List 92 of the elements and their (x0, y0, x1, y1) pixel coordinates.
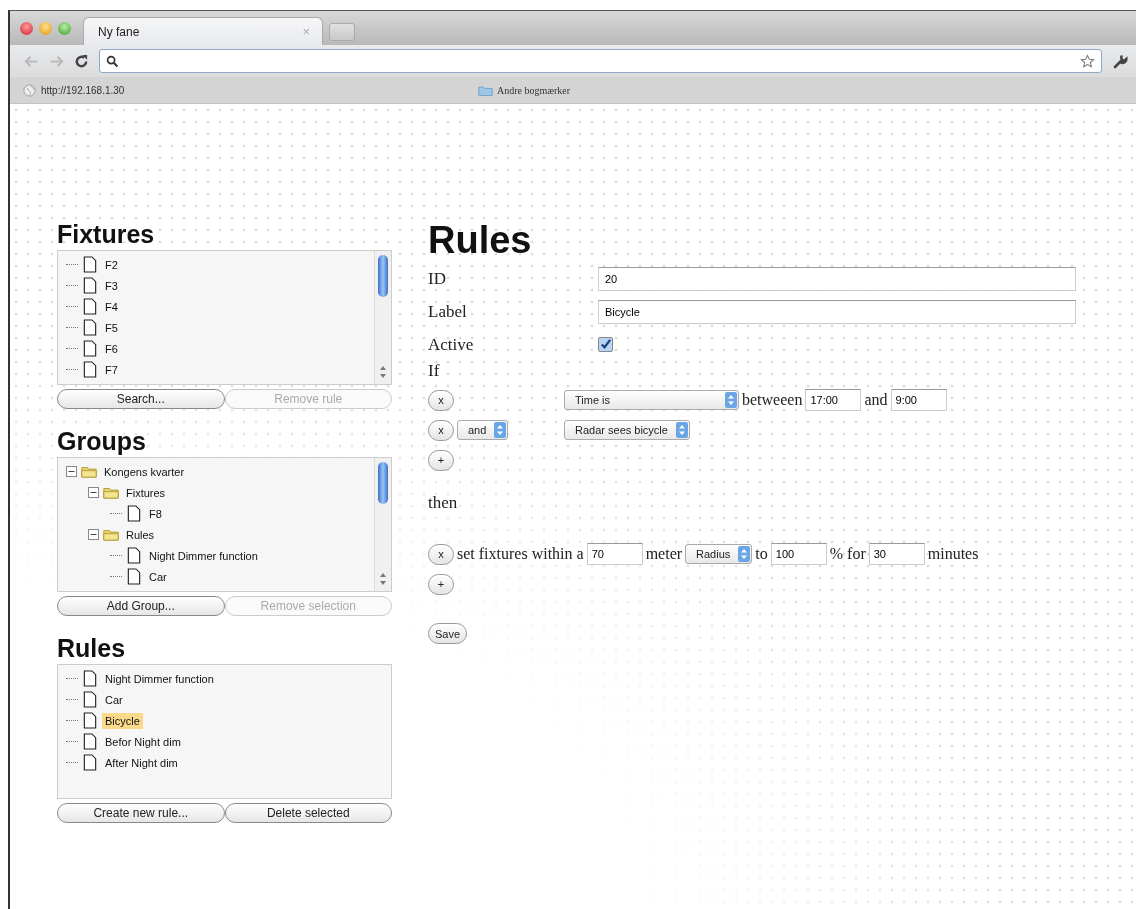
file-icon (82, 670, 98, 687)
rule-text: minutes (927, 545, 979, 563)
globe-icon (22, 83, 37, 97)
field-label: Label (428, 301, 468, 322)
input-field[interactable]: 17:00 (805, 389, 862, 411)
field-label: ID (428, 268, 447, 289)
tree-item[interactable]: F7 (102, 361, 121, 378)
file-icon (82, 733, 98, 750)
field-label: Active (428, 334, 475, 355)
bookmark-link[interactable]: http://192.168.1.30 (22, 83, 125, 97)
page-heading: Rules (428, 220, 533, 260)
file-icon (82, 277, 98, 294)
address-field[interactable] (99, 49, 1102, 73)
action-button[interactable]: Search... (57, 389, 225, 409)
action-button[interactable]: Create new rule... (57, 803, 225, 823)
input-field[interactable]: 30 (868, 543, 925, 565)
input-field[interactable]: 70 (586, 543, 643, 565)
scrollbar[interactable] (374, 458, 391, 591)
input-field[interactable]: 20 (598, 266, 1076, 291)
remove-button[interactable]: x (428, 389, 454, 411)
rule-text: and (864, 391, 888, 409)
rule-text: % for (829, 545, 866, 563)
tree-item[interactable]: Fixtures (123, 484, 169, 501)
browser-tab[interactable]: Ny fane × (83, 17, 323, 45)
scroll-arrows-icon[interactable] (379, 364, 387, 380)
tree-item[interactable]: Kongens kvarter (101, 463, 188, 480)
tree-item[interactable]: Bicycle (102, 712, 143, 729)
tree-item[interactable]: Night Dimmer function (102, 670, 217, 687)
scrollbar-thumb[interactable] (378, 462, 388, 504)
tree-item[interactable]: F3 (102, 277, 121, 294)
collapse-icon[interactable] (88, 487, 99, 498)
tree-item[interactable]: After Night dim (102, 754, 181, 771)
tree-item[interactable]: F4 (102, 298, 121, 315)
dropdown[interactable]: and (457, 420, 509, 440)
scrollbar-thumb[interactable] (378, 255, 388, 297)
section-heading: Rules (57, 634, 127, 662)
input-field[interactable]: Bicycle (598, 299, 1076, 324)
scroll-arrows-icon[interactable] (379, 571, 387, 587)
search-icon (106, 54, 119, 68)
file-icon (126, 568, 142, 585)
file-icon (82, 754, 98, 771)
section-heading: Groups (57, 427, 147, 455)
remove-button[interactable]: x (428, 543, 454, 565)
rule-text: betweeen (742, 391, 803, 409)
file-icon (82, 691, 98, 708)
input-field[interactable]: 9:00 (890, 389, 947, 411)
tree-item[interactable]: F2 (102, 256, 121, 273)
section-heading: Fixtures (57, 220, 156, 248)
tree-item[interactable]: F8 (146, 505, 165, 522)
collapse-icon[interactable] (66, 466, 77, 477)
dropdown[interactable]: Time is (564, 390, 739, 410)
bookmark-link[interactable]: Andre bogmærker (478, 83, 1130, 97)
rule-text: to (755, 545, 768, 563)
save-button[interactable]: Save (428, 623, 468, 644)
checkbox[interactable] (598, 337, 613, 352)
rule-text: meter (645, 545, 683, 563)
dropdown[interactable]: Radius (685, 544, 753, 564)
stepper-icon (675, 422, 688, 438)
file-icon (82, 298, 98, 315)
add-button[interactable]: + (428, 573, 454, 595)
file-icon (82, 256, 98, 273)
tree-item[interactable]: Car (102, 691, 126, 708)
tree-item[interactable]: Night Dimmer function (146, 547, 261, 564)
tree-item[interactable]: Rules (123, 526, 158, 543)
tree-item[interactable]: Befor Night dim (102, 733, 184, 750)
file-icon (82, 712, 98, 729)
file-icon (82, 319, 98, 336)
stepper-icon (738, 546, 751, 562)
action-button[interactable]: Delete selected (224, 803, 392, 823)
file-icon (126, 505, 142, 522)
scrollbar[interactable] (374, 251, 391, 384)
remove-button[interactable]: x (428, 419, 454, 441)
tree-item[interactable]: F5 (102, 319, 121, 336)
file-icon (82, 361, 98, 378)
wrench-icon[interactable] (1112, 53, 1128, 69)
add-button[interactable]: + (428, 449, 454, 471)
rule-text: set fixtures within a (457, 545, 584, 563)
tree-item[interactable]: F6 (102, 340, 121, 357)
collapse-icon[interactable] (88, 529, 99, 540)
section-label: If (428, 361, 441, 382)
input-field[interactable]: 100 (770, 543, 827, 565)
stepper-icon (725, 392, 737, 408)
action-button[interactable]: Add Group... (57, 596, 225, 616)
file-icon (82, 340, 98, 357)
tree-item[interactable]: Car (146, 568, 170, 585)
dropdown[interactable]: Radar sees bicycle (564, 420, 690, 440)
reload-icon[interactable] (74, 53, 89, 69)
file-icon (126, 547, 142, 564)
bookmark-star-icon[interactable] (1080, 53, 1095, 69)
close-window-icon[interactable] (20, 21, 33, 35)
section-label: then (428, 493, 459, 514)
stepper-icon (494, 422, 507, 438)
